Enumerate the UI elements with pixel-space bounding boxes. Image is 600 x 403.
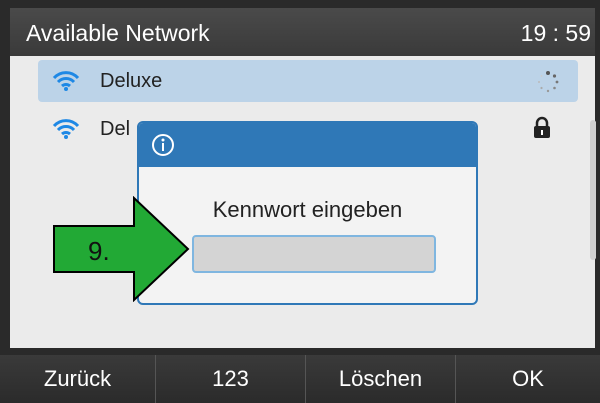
arrow-annotation [53,196,190,302]
dialog-header [139,123,476,167]
wifi-icon [52,119,80,139]
page-title: Available Network [26,20,210,46]
ok-button[interactable]: OK [456,355,600,403]
lock-icon [534,116,550,138]
softkey-bar: Zurück 123 Löschen OK [0,355,600,403]
back-button[interactable]: Zurück [0,355,156,403]
loading-spinner-icon [538,71,559,93]
phone-screen: Available Network 19 : 59 Deluxe Del Ken… [0,0,600,403]
delete-button[interactable]: Löschen [306,355,456,403]
wifi-icon [52,71,80,91]
info-icon [152,134,174,156]
mode-123-button[interactable]: 123 [156,355,306,403]
title-bar: Available Network 19 : 59 [10,8,595,56]
step-label: 9. [88,236,110,266]
network-name: Del [100,118,131,140]
clock: 19 : 59 [520,20,591,46]
network-item-deluxe[interactable]: Deluxe [38,60,578,102]
scrollbar-thumb[interactable] [590,120,596,260]
password-input[interactable] [192,235,436,273]
network-name: Deluxe [100,70,163,92]
